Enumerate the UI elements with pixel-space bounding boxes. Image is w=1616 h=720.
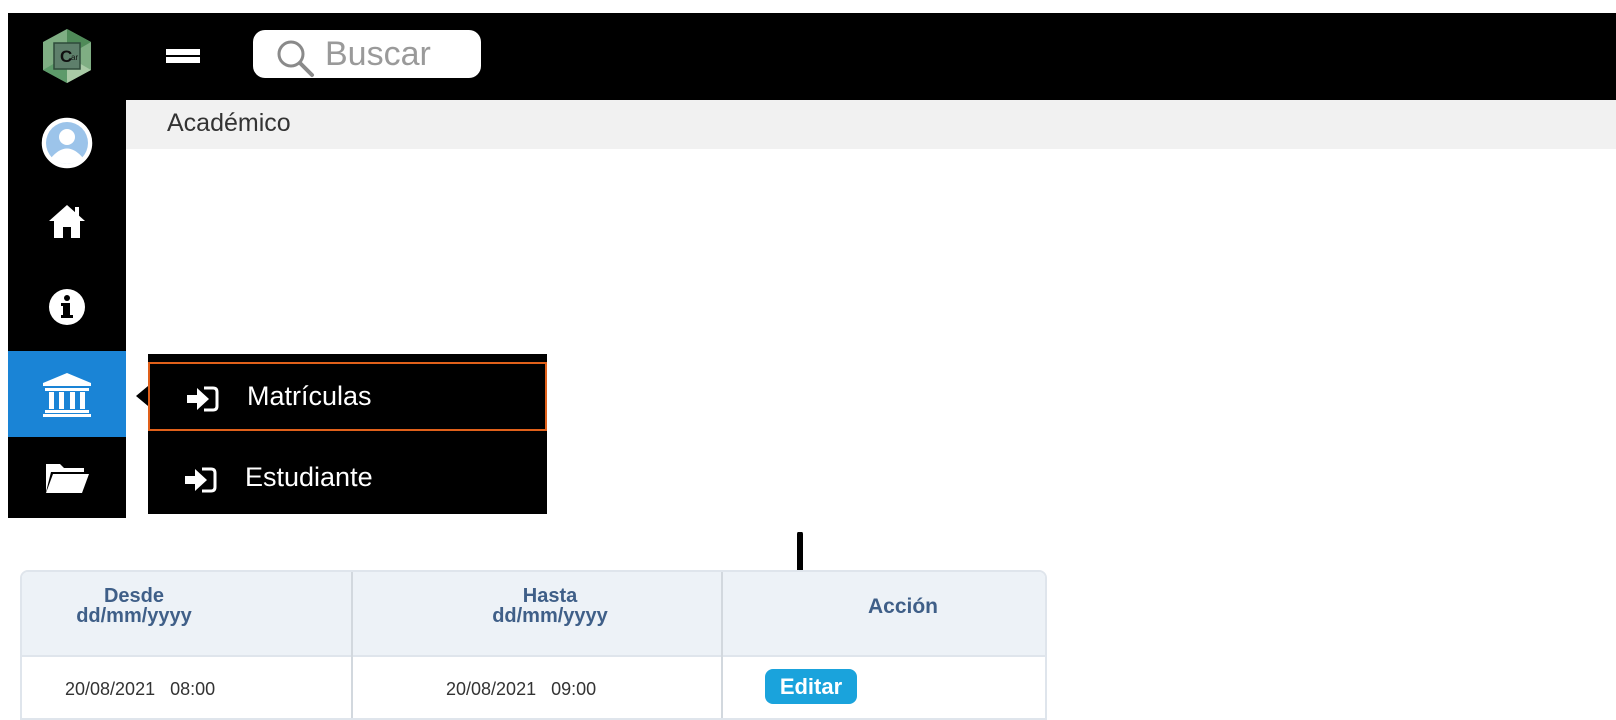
header-desde: Desde dd/mm/yyyy bbox=[22, 586, 246, 626]
header-desde-format: dd/mm/yyyy bbox=[76, 605, 192, 627]
search-box[interactable] bbox=[253, 30, 481, 78]
menu-toggle-button[interactable] bbox=[166, 45, 200, 67]
info-icon bbox=[49, 289, 85, 325]
sidebar-item-home[interactable] bbox=[8, 178, 126, 264]
header-desde-title: Desde bbox=[103, 585, 165, 607]
sidebar bbox=[8, 100, 126, 518]
sidebar-item-academic[interactable] bbox=[8, 351, 126, 437]
top-bar: C ar bbox=[8, 13, 1616, 100]
column-divider bbox=[721, 572, 723, 718]
menu-item-matriculas[interactable]: Matrículas bbox=[148, 362, 547, 431]
sidebar-item-profile[interactable] bbox=[8, 100, 126, 186]
column-divider bbox=[351, 572, 353, 718]
svg-text:ar: ar bbox=[71, 53, 78, 62]
sidebar-item-info[interactable] bbox=[8, 264, 126, 350]
institution-icon bbox=[43, 373, 91, 417]
cell-hasta: 20/08/2021 09:00 bbox=[446, 679, 597, 699]
breadcrumb: Académico bbox=[126, 100, 1616, 149]
menu-item-estudiante[interactable]: Estudiante bbox=[148, 445, 547, 514]
schedule-table: Desde dd/mm/yyyy Hasta dd/mm/yyyy Acción… bbox=[20, 570, 1047, 720]
header-hasta: Hasta dd/mm/yyyy bbox=[438, 586, 662, 626]
sidebar-item-files[interactable] bbox=[8, 434, 126, 520]
sign-in-arrow-icon bbox=[185, 467, 217, 493]
home-icon bbox=[49, 205, 85, 238]
folder-open-icon bbox=[46, 464, 89, 493]
academic-submenu: Matrículas Estudiante bbox=[148, 354, 547, 514]
edit-button[interactable]: Editar bbox=[765, 669, 857, 704]
header-hasta-format: dd/mm/yyyy bbox=[492, 605, 608, 627]
header-hasta-title: Hasta bbox=[522, 585, 578, 607]
user-avatar-icon bbox=[41, 117, 93, 169]
menu-item-label: Estudiante bbox=[245, 462, 373, 492]
sign-in-arrow-icon bbox=[187, 386, 219, 412]
app-logo[interactable]: C ar bbox=[38, 27, 96, 85]
cell-desde: 20/08/2021 08:00 bbox=[65, 679, 216, 699]
search-input[interactable] bbox=[325, 34, 475, 74]
hamburger-bar bbox=[166, 49, 200, 55]
search-icon bbox=[277, 40, 314, 77]
breadcrumb-label: Académico bbox=[167, 109, 291, 137]
header-accion: Acción bbox=[867, 595, 938, 618]
menu-pointer bbox=[136, 386, 148, 406]
menu-item-label: Matrículas bbox=[247, 381, 372, 411]
hamburger-bar bbox=[166, 57, 200, 63]
